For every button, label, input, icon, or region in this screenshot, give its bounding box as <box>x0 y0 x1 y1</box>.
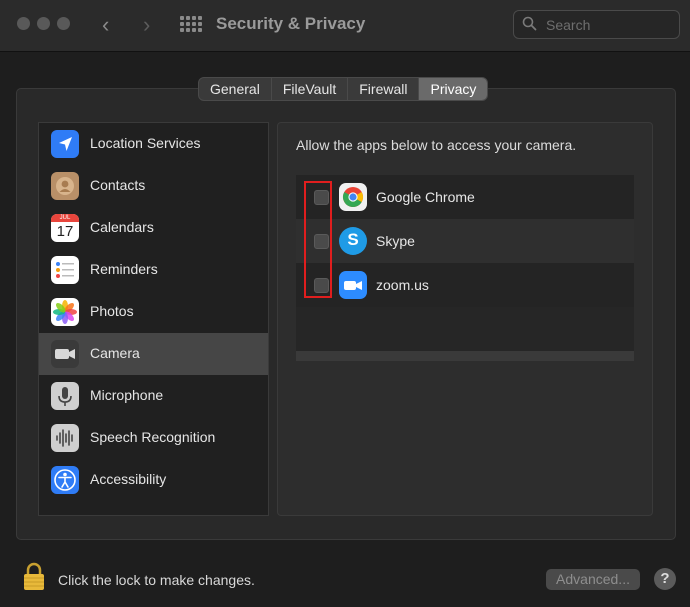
sidebar-item-contacts[interactable]: Contacts <box>39 165 268 207</box>
photos-icon <box>51 298 79 326</box>
sidebar-item-reminders[interactable]: Reminders <box>39 249 268 291</box>
sidebar-item-calendars[interactable]: JUL 17 Calendars <box>39 207 268 249</box>
lock-status-text: Click the lock to make changes. <box>58 572 255 588</box>
accessibility-icon <box>51 466 79 494</box>
location-arrow-icon <box>51 130 79 158</box>
sidebar-item-accessibility[interactable]: Accessibility <box>39 459 268 501</box>
back-arrow-icon[interactable]: ‹ <box>102 12 109 38</box>
list-item: S Skype <box>296 219 634 263</box>
checkbox-highlight-box <box>304 181 332 298</box>
sidebar-item-label: Calendars <box>90 219 154 235</box>
camera-permissions-pane: Allow the apps below to access your came… <box>277 122 653 516</box>
reminders-icon <box>51 256 79 284</box>
sidebar-item-label: Camera <box>90 345 140 361</box>
advanced-button[interactable]: Advanced... <box>546 569 640 590</box>
list-footer-bar <box>296 351 634 361</box>
search-icon <box>522 16 537 31</box>
microphone-icon <box>51 382 79 410</box>
calendar-icon: JUL 17 <box>51 214 79 242</box>
sidebar-item-camera[interactable]: Camera <box>39 333 268 375</box>
app-label: Skype <box>376 233 415 249</box>
contacts-icon <box>51 172 79 200</box>
sidebar-item-label: Accessibility <box>90 471 167 487</box>
forward-arrow-icon[interactable]: › <box>143 12 150 38</box>
lock-icon[interactable] <box>22 561 46 596</box>
camera-icon <box>51 340 79 368</box>
chrome-icon <box>339 183 367 211</box>
sidebar-item-label: Location Services <box>90 135 201 151</box>
sidebar-item-label: Speech Recognition <box>90 429 216 445</box>
search-field[interactable] <box>513 10 680 39</box>
tab-firewall[interactable]: Firewall <box>348 78 420 100</box>
sidebar-item-location-services[interactable]: Location Services <box>39 123 268 165</box>
zoom-window-button[interactable] <box>57 17 70 30</box>
list-item: Google Chrome <box>296 175 634 219</box>
tab-general[interactable]: General <box>199 78 272 100</box>
sidebar-item-photos[interactable]: Photos <box>39 291 268 333</box>
privacy-category-list: Location Services Contacts JUL 17 Calend… <box>38 122 269 516</box>
app-label: zoom.us <box>376 277 429 293</box>
sidebar-item-speech-recognition[interactable]: Speech Recognition <box>39 417 268 459</box>
tab-privacy[interactable]: Privacy <box>419 78 488 100</box>
tab-filevault[interactable]: FileVault <box>272 78 349 100</box>
skype-icon: S <box>339 227 367 255</box>
app-list: Google Chrome S Skype zoom.us <box>296 175 634 361</box>
tab-bar: General FileVault Firewall Privacy <box>198 77 489 101</box>
sidebar-item-label: Microphone <box>90 387 164 403</box>
search-input[interactable] <box>544 15 673 35</box>
speech-recognition-icon <box>51 424 79 452</box>
permission-prompt: Allow the apps below to access your came… <box>296 137 577 153</box>
app-label: Google Chrome <box>376 189 475 205</box>
show-all-grid-icon[interactable] <box>180 16 202 32</box>
sidebar-item-label: Photos <box>90 303 134 319</box>
sidebar-item-label: Reminders <box>90 261 158 277</box>
close-window-button[interactable] <box>17 17 30 30</box>
sidebar-item-label: Contacts <box>90 177 146 193</box>
title-bar: ‹ › Security & Privacy <box>0 0 690 52</box>
window-title: Security & Privacy <box>216 14 366 33</box>
minimize-window-button[interactable] <box>37 17 50 30</box>
zoom-icon <box>339 271 367 299</box>
sidebar-item-microphone[interactable]: Microphone <box>39 375 268 417</box>
help-button[interactable]: ? <box>654 568 676 590</box>
list-item: zoom.us <box>296 263 634 307</box>
